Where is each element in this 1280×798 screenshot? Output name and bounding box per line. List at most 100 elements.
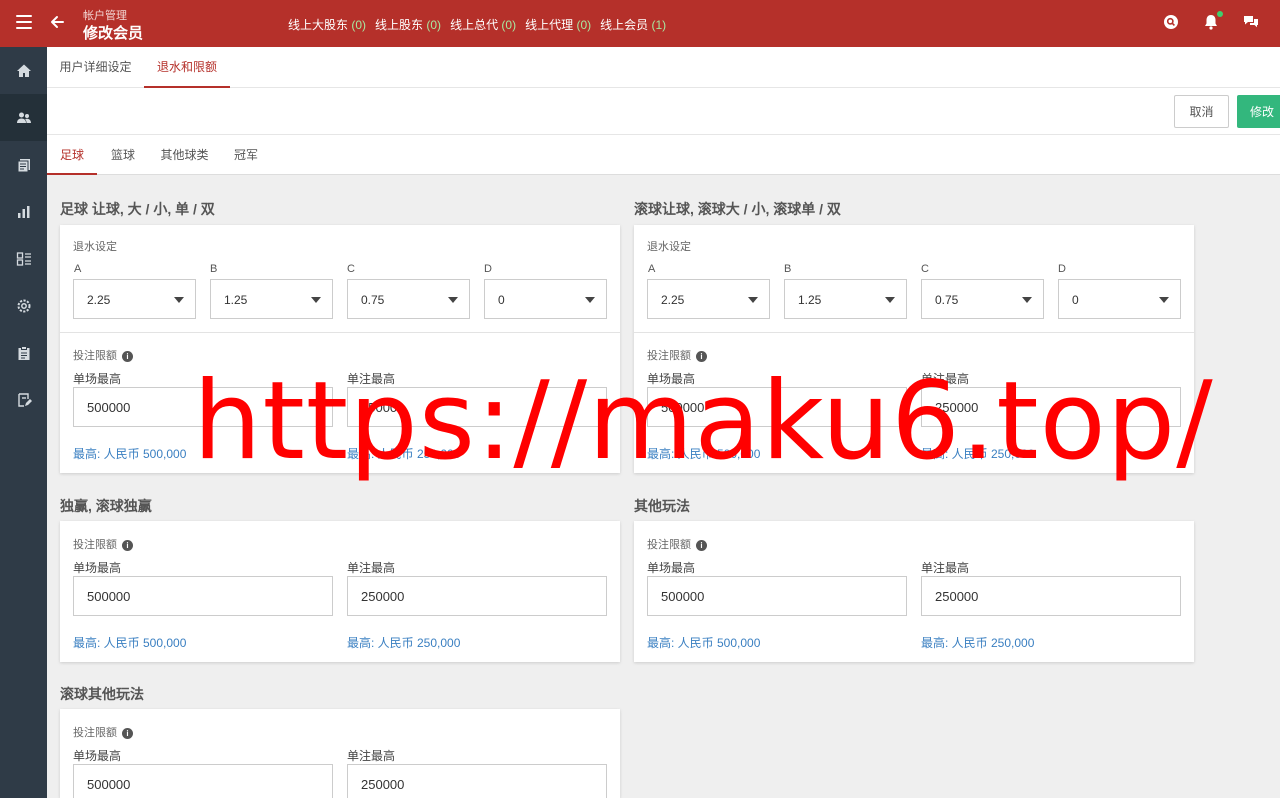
section-title-live-other-bets: 滚球其他玩法: [60, 686, 144, 702]
section-title-live-handicap: 滚球让球, 滚球大 / 小, 滚球单 / 双: [634, 201, 841, 217]
match-max-input[interactable]: [73, 576, 333, 616]
card-football-handicap: 退水设定 A B C D 2.25 1.25 0.75 0 投注限额 i 单场最高…: [60, 225, 620, 473]
main-content: 用户详细设定 退水和限额 取消 修改 足球 篮球 其他球类 冠军 足球 让球, …: [47, 47, 1280, 798]
tab-other-sports[interactable]: 其他球类: [152, 135, 217, 175]
home-icon: [16, 64, 31, 77]
list-icon: [16, 251, 31, 266]
match-max-input[interactable]: [73, 764, 333, 798]
back-arrow-icon[interactable]: [48, 13, 66, 31]
rebate-select-value: 2.25: [661, 293, 685, 307]
bet-limit-label: 投注限额: [73, 350, 117, 362]
match-max-label: 单场最高: [647, 561, 696, 575]
divider: [60, 332, 620, 333]
online-stats: 线上大股东 (0) 线上股东 (0) 线上总代 (0) 线上代理 (0) 线上会…: [288, 16, 666, 33]
caret-down-icon: [585, 297, 595, 303]
bet-max-input[interactable]: [921, 387, 1181, 427]
online-stat-member[interactable]: 线上会员 (1): [600, 16, 666, 33]
rebate-select-value: 1.25: [224, 293, 248, 307]
bet-max-label: 单注最高: [347, 372, 396, 386]
tab-football[interactable]: 足球: [47, 135, 97, 175]
card-other-bets: 投注限额 i 单场最高 单注最高 最高: 人民币 500,000 最高: 人民币 …: [634, 521, 1194, 662]
rebate-select-value: 0.75: [361, 293, 385, 307]
sidebar-item-list[interactable]: [0, 235, 47, 282]
chat-icon[interactable]: [1242, 13, 1260, 31]
bet-limit-heading: 投注限额 i: [647, 536, 707, 552]
rebate-select-b[interactable]: 1.25: [784, 279, 907, 319]
notification-bell-icon[interactable]: [1202, 11, 1223, 31]
sidebar-item-settings[interactable]: [0, 282, 47, 329]
settings-icon: [17, 299, 30, 312]
info-icon[interactable]: i: [696, 539, 707, 551]
rebate-select-value: 1.25: [798, 293, 822, 307]
match-max-note: 最高: 人民币 500,000: [73, 636, 187, 650]
tab-champion[interactable]: 冠军: [225, 135, 267, 175]
online-stat-shareholder[interactable]: 线上股东 (0): [375, 16, 441, 33]
info-icon[interactable]: i: [122, 539, 133, 551]
bet-max-note: 最高: 人民币 250,000: [347, 636, 461, 650]
rebate-select-d[interactable]: 0: [1058, 279, 1181, 319]
sidebar-item-users[interactable]: [0, 94, 47, 141]
rebate-col-d-label: D: [1058, 263, 1066, 275]
rebate-select-a[interactable]: 2.25: [647, 279, 770, 319]
bet-limit-label: 投注限额: [73, 539, 117, 551]
info-icon[interactable]: i: [696, 350, 707, 362]
match-max-note: 最高: 人民币 500,000: [647, 636, 761, 650]
top-bar: 帐户管理 修改会员 线上大股东 (0) 线上股东 (0) 线上总代 (0) 线上…: [0, 0, 1280, 47]
sidebar-item-home[interactable]: [0, 47, 47, 94]
online-stat-agent[interactable]: 线上代理 (0): [525, 16, 591, 33]
caret-down-icon: [885, 297, 895, 303]
match-max-label: 单场最高: [73, 561, 122, 575]
tab-rebate-limits[interactable]: 退水和限额: [144, 47, 230, 88]
sidebar-item-clipboard[interactable]: [0, 329, 47, 376]
sidebar-item-edit[interactable]: [0, 376, 47, 423]
bet-max-note: 最高: 人民币 250,000: [921, 447, 1035, 461]
info-icon[interactable]: i: [122, 727, 133, 739]
bet-max-input[interactable]: [347, 387, 607, 427]
sidebar-item-reports[interactable]: [0, 188, 47, 235]
match-max-input[interactable]: [73, 387, 333, 427]
divider: [634, 332, 1194, 333]
caret-down-icon: [748, 297, 758, 303]
rebate-settings-label: 退水设定: [73, 241, 117, 253]
edit-document-icon: [17, 392, 32, 407]
card-live-other-bets: 投注限额 i 单场最高 单注最高: [60, 709, 620, 798]
rebate-select-c[interactable]: 0.75: [347, 279, 470, 319]
save-button[interactable]: 修改: [1237, 95, 1280, 128]
info-icon[interactable]: i: [122, 350, 133, 362]
rebate-col-c-label: C: [347, 263, 355, 275]
bet-max-note: 最高: 人民币 250,000: [921, 636, 1035, 650]
rebate-select-a[interactable]: 2.25: [73, 279, 196, 319]
bet-max-input[interactable]: [347, 764, 607, 798]
tab-user-details[interactable]: 用户详细设定: [47, 47, 144, 88]
bet-max-label: 单注最高: [347, 561, 396, 575]
rebate-select-value: 2.25: [87, 293, 111, 307]
rebate-col-c-label: C: [921, 263, 929, 275]
online-stat-major-shareholder[interactable]: 线上大股东 (0): [288, 16, 366, 33]
bet-max-input[interactable]: [347, 576, 607, 616]
rebate-select-c[interactable]: 0.75: [921, 279, 1044, 319]
rebate-col-b-label: B: [210, 263, 218, 275]
match-max-input[interactable]: [647, 387, 907, 427]
search-icon[interactable]: [1162, 13, 1180, 31]
card-live-handicap: 退水设定 A B C D 2.25 1.25 0.75 0 投注限额 i 单场最高…: [634, 225, 1194, 473]
sidebar-item-documents[interactable]: [0, 141, 47, 188]
page-title: 修改会员: [83, 25, 144, 42]
caret-down-icon: [311, 297, 321, 303]
rebate-select-d[interactable]: 0: [484, 279, 607, 319]
section-title-moneyline: 独赢, 滚球独赢: [60, 498, 152, 514]
online-stat-general-agent[interactable]: 线上总代 (0): [450, 16, 516, 33]
rebate-select-value: 0.75: [935, 293, 959, 307]
rebate-select-b[interactable]: 1.25: [210, 279, 333, 319]
tab-basketball[interactable]: 篮球: [99, 135, 147, 175]
cancel-button[interactable]: 取消: [1174, 95, 1229, 128]
match-max-input[interactable]: [647, 576, 907, 616]
documents-icon: [17, 158, 30, 172]
hamburger-menu-icon[interactable]: [16, 15, 32, 29]
bar-chart-icon: [17, 205, 29, 218]
bet-limit-heading: 投注限额 i: [73, 347, 133, 363]
bet-max-input[interactable]: [921, 576, 1181, 616]
bet-max-label: 单注最高: [921, 561, 970, 575]
action-bar: 取消 修改: [47, 88, 1280, 135]
clipboard-icon: [18, 345, 29, 360]
bet-limit-heading: 投注限额 i: [647, 347, 707, 363]
